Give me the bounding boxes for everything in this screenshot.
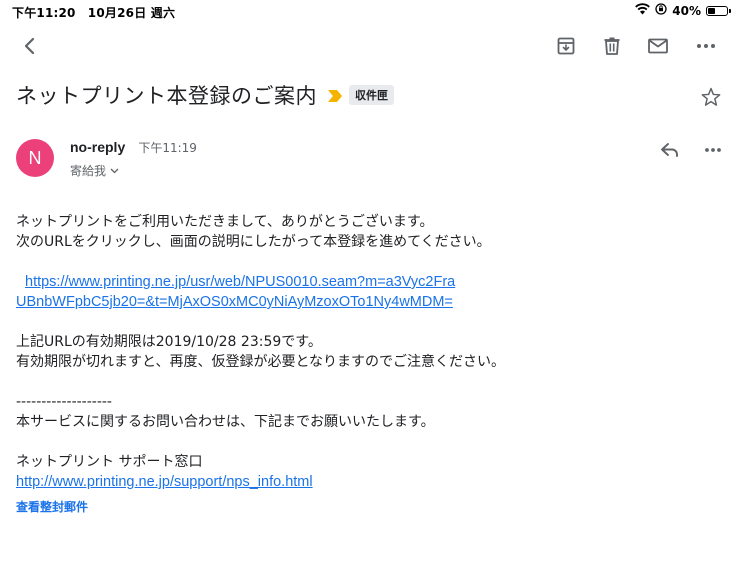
registration-link-part2[interactable]: UBnbWFpbC5jb20=&t=MjAxOS0xMC0yNiAyMzoxOT… [16, 294, 453, 310]
recipient-details-toggle[interactable]: 寄給我 [70, 162, 197, 179]
battery-icon [706, 5, 731, 16]
battery-level [708, 7, 715, 14]
delete-icon [604, 37, 620, 55]
sender-avatar[interactable]: N [16, 139, 54, 177]
more-icon [705, 148, 721, 152]
status-indicators: 40% [635, 3, 731, 18]
star-icon [701, 87, 721, 106]
sent-time: 下午11:19 [138, 141, 197, 155]
body-line: 本サービスに関するお問い合わせは、下記までお願いいたします。 [16, 414, 435, 430]
more-icon [697, 44, 715, 48]
body-divider: ------------------- [16, 394, 112, 410]
orientation-lock-icon [655, 3, 667, 18]
status-time: 下午11:20 10月26日 週六 [12, 6, 176, 20]
email-toolbar [0, 28, 740, 64]
inbox-label-chip[interactable]: 収件匣 [349, 85, 394, 105]
email-body: ネットプリントをご利用いただきまして、ありがとうございます。 次のURLをクリッ… [16, 212, 716, 492]
sender-info: no-reply 下午11:19 寄給我 [70, 137, 197, 179]
reply-button[interactable] [654, 134, 686, 166]
body-line: 有効期限が切れますと、再度、仮登録が必要となりますのでご注意ください。 [16, 354, 506, 370]
support-title: ネットプリント サポート窓口 [16, 454, 203, 470]
sender-name[interactable]: no-reply [70, 139, 125, 155]
subject-row: ネットプリント本登録のご案内 収件匣 [16, 78, 716, 112]
body-line: ネットプリントをご利用いただきまして、ありがとうございます。 [16, 214, 434, 230]
back-button[interactable] [14, 30, 46, 62]
mail-icon [648, 38, 668, 54]
back-icon [24, 37, 35, 55]
body-line: 上記URLの有効期限は2019/10/28 23:59です。 [16, 334, 322, 350]
delete-button[interactable] [596, 30, 628, 62]
message-more-button[interactable] [697, 134, 729, 166]
importance-marker-icon[interactable] [327, 88, 343, 102]
more-options-button[interactable] [690, 30, 722, 62]
registration-link-part1[interactable]: https://www.printing.ne.jp/usr/web/NPUS0… [25, 274, 455, 290]
support-link[interactable]: http://www.printing.ne.jp/support/nps_in… [16, 474, 313, 490]
battery-percent: 40% [672, 3, 701, 18]
star-button[interactable] [700, 86, 722, 112]
wifi-icon [635, 3, 651, 18]
status-bar: 下午11:20 10月26日 週六 40% [0, 0, 740, 20]
reply-icon [661, 143, 678, 157]
show-full-message-link[interactable]: 查看整封郵件 [16, 498, 88, 515]
body-line: 次のURLをクリックし、画面の説明にしたがって本登録を進めてください。 [16, 234, 491, 250]
email-subject: ネットプリント本登録のご案内 [16, 84, 317, 108]
archive-icon [557, 37, 575, 55]
recipient-label: 寄給我 [70, 164, 107, 178]
chevron-down-icon [110, 168, 119, 173]
mark-unread-button[interactable] [642, 30, 674, 62]
archive-button[interactable] [550, 30, 582, 62]
